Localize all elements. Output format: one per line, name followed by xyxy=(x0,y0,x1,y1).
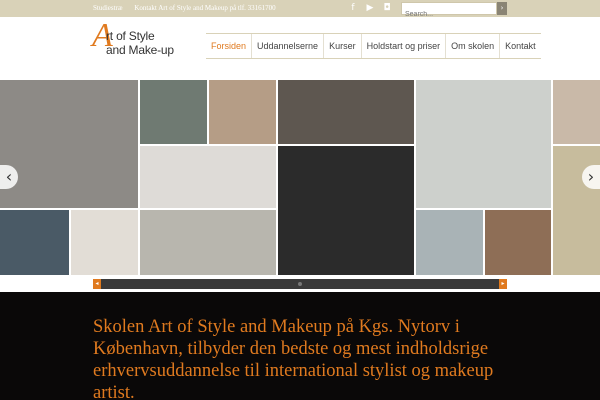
photo-white-top[interactable] xyxy=(71,210,138,275)
photo-clown-makeup[interactable] xyxy=(140,80,207,144)
photo-beach-woman[interactable] xyxy=(416,80,551,208)
photo-ruffled-collar[interactable] xyxy=(278,80,414,144)
top-bar-info: Studiestræ Kontakt Art of Style and Make… xyxy=(93,4,286,12)
nav-item-om-skolen[interactable]: Om skolen xyxy=(446,34,501,58)
scroll-left-button[interactable]: ◂ xyxy=(93,279,101,289)
scroll-position-dot xyxy=(298,282,302,286)
nav-item-holdstart[interactable]: Holdstart og priser xyxy=(362,34,447,58)
photo-curly-hair[interactable] xyxy=(485,210,551,275)
youtube-icon[interactable]: ▶ xyxy=(364,2,376,14)
main-nav: Forsiden Uddannelserne Kurser Holdstart … xyxy=(206,33,541,59)
nav-item-kurser[interactable]: Kurser xyxy=(324,34,362,58)
location-text: Studiestræ xyxy=(93,4,123,12)
logo-line-1: rt of Style xyxy=(106,29,155,43)
site-logo[interactable]: A rt of Style and Make-up xyxy=(92,19,202,75)
search-button[interactable]: › xyxy=(497,2,507,15)
facebook-icon[interactable]: f xyxy=(347,2,359,14)
photo-makeup-application[interactable] xyxy=(209,80,276,144)
site-header: A rt of Style and Make-up Forsiden Uddan… xyxy=(0,17,600,79)
nav-item-kontakt[interactable]: Kontakt xyxy=(500,34,541,58)
logo-line-2: and Make-up xyxy=(106,43,174,57)
top-bar: Studiestræ Kontakt Art of Style and Make… xyxy=(0,0,600,20)
photo-perfume-bottle[interactable] xyxy=(416,210,483,275)
instagram-icon[interactable]: ◘ xyxy=(381,2,393,14)
scroll-right-button[interactable]: ▸ xyxy=(499,279,507,289)
gallery-scrollbar[interactable]: ◂ ▸ xyxy=(93,279,507,289)
gallery-next-button[interactable]: › xyxy=(582,165,600,189)
intro-section: Skolen Art of Style and Makeup på Kgs. N… xyxy=(0,292,600,400)
photo-gallery xyxy=(0,80,600,275)
photo-collage[interactable] xyxy=(0,80,138,208)
contact-text: Kontakt Art of Style and Makeup på tlf. … xyxy=(134,4,276,12)
nav-item-forsiden[interactable]: Forsiden xyxy=(206,34,253,58)
photo-blue-dress[interactable] xyxy=(0,210,69,275)
photo-white-shirt[interactable] xyxy=(553,80,600,144)
intro-text: Skolen Art of Style and Makeup på Kgs. N… xyxy=(93,317,494,400)
nav-item-uddannelserne[interactable]: Uddannelserne xyxy=(252,34,325,58)
photo-bw-portrait[interactable] xyxy=(278,146,414,275)
photo-beach-gown[interactable] xyxy=(140,210,276,275)
search-box xyxy=(401,2,497,20)
photo-white-dress-sitting[interactable] xyxy=(140,146,276,208)
